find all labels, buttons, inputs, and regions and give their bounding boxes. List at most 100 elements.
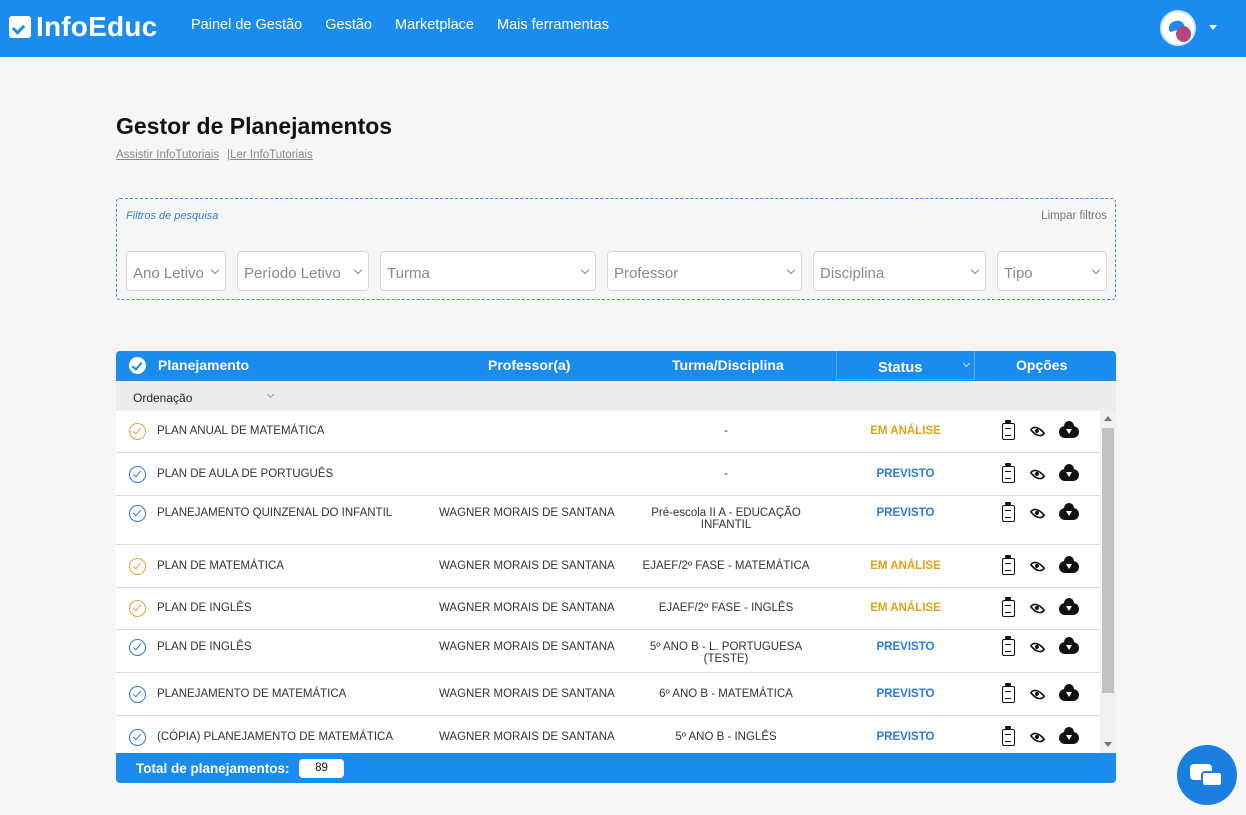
clipboard-icon[interactable] <box>1002 683 1015 703</box>
cloud-download-icon[interactable] <box>1059 502 1079 520</box>
nav-painel-de-gestao[interactable]: Painel de Gestão <box>191 17 302 33</box>
scrollbar-thumb[interactable] <box>1102 428 1114 693</box>
table-row[interactable]: PLAN DE INGLÊS WAGNER MORAIS DE SANTANA 5º… <box>116 630 1100 673</box>
row-check-icon[interactable] <box>129 505 146 522</box>
brand-logo[interactable]: InfoEduc <box>9 11 157 43</box>
table-row[interactable]: PLAN DE AULA DE PORTUGUÊS - PREVISTO <box>116 453 1100 496</box>
clipboard-icon[interactable] <box>1002 502 1015 522</box>
cloud-download-icon[interactable] <box>1059 726 1079 744</box>
eye-icon[interactable] <box>1029 686 1046 703</box>
select-turma[interactable]: Turma <box>380 251 596 291</box>
eye-icon[interactable] <box>1029 639 1046 656</box>
row-turma-disciplina: Pré-escola II A - EDUCAÇÃO INFANTIL <box>651 507 801 531</box>
nav-marketplace[interactable]: Marketplace <box>395 17 474 33</box>
chevron-down-icon <box>353 265 363 275</box>
clipboard-icon[interactable] <box>1002 463 1015 483</box>
chevron-down-icon <box>580 265 590 275</box>
planejamentos-table: Planejamento Professor(a) Turma/Discipli… <box>116 351 1116 783</box>
row-check-icon[interactable] <box>129 729 146 746</box>
select-tipo[interactable]: Tipo <box>997 251 1107 291</box>
row-options <box>1002 555 1079 575</box>
nav-gestao[interactable]: Gestão <box>325 17 372 33</box>
chevron-down-icon <box>786 265 796 275</box>
cloud-download-icon[interactable] <box>1059 597 1079 615</box>
chevron-down-icon <box>962 359 971 368</box>
table-row[interactable]: PLAN DE MATEMÁTICA WAGNER MORAIS DE SANTA… <box>116 545 1100 588</box>
cloud-download-icon[interactable] <box>1059 555 1079 573</box>
ordering-select[interactable]: Ordenação <box>116 381 1116 411</box>
eye-icon[interactable] <box>1029 505 1046 522</box>
row-turma-disciplina: - <box>724 468 728 480</box>
select-periodo-letivo[interactable]: Período Letivo <box>237 251 369 291</box>
clipboard-icon[interactable] <box>1002 726 1015 746</box>
eye-icon[interactable] <box>1029 600 1046 617</box>
brand-name: InfoEduc <box>36 11 158 42</box>
main-nav: Painel de Gestão Gestão Marketplace Mais… <box>191 17 632 33</box>
chevron-down-icon <box>1091 265 1101 275</box>
row-turma-disciplina: 6º ANO B - MATEMÁTICA <box>659 688 793 700</box>
table-row[interactable]: PLAN ANUAL DE MATEMÁTICA - EM ANÁLISE <box>116 411 1100 453</box>
eye-icon[interactable] <box>1029 423 1046 440</box>
row-check-icon[interactable] <box>129 423 146 440</box>
row-status-badge: PREVISTO <box>876 641 935 653</box>
chevron-down-icon <box>210 265 220 275</box>
user-avatar[interactable] <box>1160 10 1196 46</box>
caret-down-icon[interactable] <box>1209 25 1217 30</box>
chevron-down-icon <box>970 265 980 275</box>
chevron-down-icon <box>266 390 275 399</box>
cloud-download-icon[interactable] <box>1059 420 1079 438</box>
clipboard-icon[interactable] <box>1002 636 1015 656</box>
scroll-down-arrow-icon[interactable] <box>1104 742 1112 747</box>
row-check-icon[interactable] <box>129 558 146 575</box>
chat-bubble-icon <box>1201 771 1223 787</box>
row-professor: WAGNER MORAIS DE SANTANA <box>439 602 615 614</box>
eye-icon[interactable] <box>1029 558 1046 575</box>
status-filter-select[interactable]: Status <box>836 351 975 380</box>
nav-mais-ferramentas[interactable]: Mais ferramentas <box>497 17 609 33</box>
clipboard-icon[interactable] <box>1002 597 1015 617</box>
row-title: PLAN ANUAL DE MATEMÁTICA <box>157 425 325 437</box>
table-row[interactable]: PLAN DE INGLÊS WAGNER MORAIS DE SANTANA EJ… <box>116 588 1100 630</box>
row-title: PLANEJAMENTO DE MATEMÁTICA <box>157 688 347 700</box>
select-professor[interactable]: Professor <box>607 251 802 291</box>
header-turma-disciplina: Turma/Disciplina <box>672 357 784 373</box>
eye-icon[interactable] <box>1029 466 1046 483</box>
row-options <box>1002 683 1079 703</box>
select-ano-letivo[interactable]: Ano Letivo <box>126 251 226 291</box>
table-row[interactable]: (CÓPIA) PLANEJAMENTO DE MATEMÁTICA WAGNER… <box>116 716 1100 753</box>
scroll-up-arrow-icon[interactable] <box>1104 416 1112 421</box>
row-professor: WAGNER MORAIS DE SANTANA <box>439 731 615 743</box>
table-body: PLAN ANUAL DE MATEMÁTICA - EM ANÁLISE PLAN … <box>116 411 1100 753</box>
table-row[interactable]: PLANEJAMENTO QUINZENAL DO INFANTIL WAGNER… <box>116 496 1100 545</box>
row-title: (CÓPIA) PLANEJAMENTO DE MATEMÁTICA <box>157 731 393 743</box>
row-status-badge: PREVISTO <box>876 688 935 700</box>
row-check-icon[interactable] <box>129 686 146 703</box>
top-navbar: InfoEduc Painel de Gestão Gestão Marketp… <box>0 0 1246 57</box>
row-check-icon[interactable] <box>129 639 146 656</box>
row-title: PLAN DE MATEMÁTICA <box>157 560 284 572</box>
row-turma-disciplina: EJAEF/2º FASE - INGLÊS <box>658 602 794 614</box>
row-options <box>1002 597 1079 617</box>
cloud-download-icon[interactable] <box>1059 463 1079 481</box>
row-check-icon[interactable] <box>129 600 146 617</box>
page-title: Gestor de Planejamentos <box>116 113 393 139</box>
table-scrollbar[interactable] <box>1100 411 1116 753</box>
clipboard-icon[interactable] <box>1002 420 1015 440</box>
clear-filters-button[interactable]: Limpar filtros <box>1041 210 1107 222</box>
tutorial-links: Assistir InfoTutoriais | Ler InfoTutoria… <box>116 149 313 161</box>
select-all-check-icon[interactable] <box>129 357 146 374</box>
read-tutorials-link[interactable]: Ler InfoTutoriais <box>230 149 313 161</box>
cloud-download-icon[interactable] <box>1059 636 1079 654</box>
row-options <box>1002 420 1079 440</box>
table-row[interactable]: PLANEJAMENTO DE MATEMÁTICA WAGNER MORAIS … <box>116 673 1100 716</box>
clipboard-icon[interactable] <box>1002 555 1015 575</box>
chat-button[interactable] <box>1177 745 1237 805</box>
row-status-badge: EM ANÁLISE <box>870 602 941 614</box>
select-disciplina[interactable]: Disciplina <box>813 251 986 291</box>
eye-icon[interactable] <box>1029 729 1046 746</box>
watch-tutorials-link[interactable]: Assistir InfoTutoriais <box>116 149 219 161</box>
row-professor: WAGNER MORAIS DE SANTANA <box>439 507 615 519</box>
cloud-download-icon[interactable] <box>1059 683 1079 701</box>
select-label: Turma <box>387 265 430 282</box>
row-check-icon[interactable] <box>129 466 146 483</box>
